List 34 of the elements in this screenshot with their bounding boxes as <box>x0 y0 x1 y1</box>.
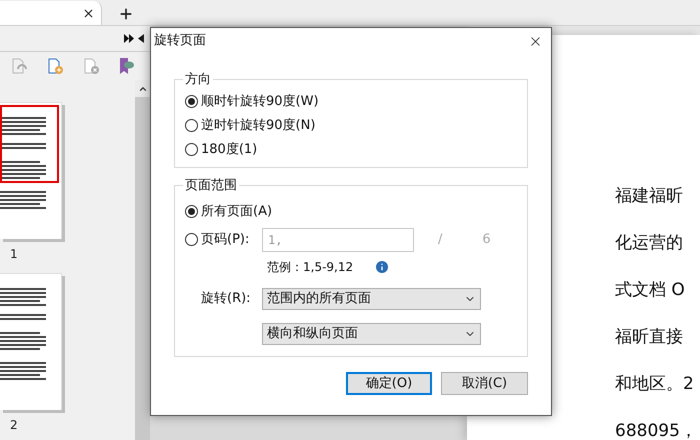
dialog-title: 旋转页面 <box>154 32 206 50</box>
radio-option[interactable]: 所有页面(A) <box>185 202 517 222</box>
cancel-button[interactable]: 取消(C) <box>441 372 528 395</box>
total-pages: 6 <box>482 230 491 249</box>
separator-text: / <box>438 230 442 249</box>
scrollbar[interactable] <box>135 80 150 440</box>
rotate-label: 旋转(R): <box>200 290 252 308</box>
document-text: 688095， <box>615 420 698 440</box>
example-text: 范例：1,5-9,12 <box>267 258 354 276</box>
new-tab-icon[interactable] <box>118 6 134 22</box>
page-thumbnail[interactable] <box>0 273 62 410</box>
radio-option[interactable]: 逆时针旋转90度(N) <box>185 116 517 136</box>
info-icon[interactable] <box>374 258 390 274</box>
rotate-scope-select[interactable]: 范围内的所有页面 <box>262 288 481 310</box>
radio-option[interactable]: 顺时针旋转90度(W) <box>185 92 517 112</box>
ok-button[interactable]: 确定(O) <box>346 372 432 395</box>
close-icon[interactable] <box>82 6 95 20</box>
insert-page-icon[interactable] <box>46 57 64 75</box>
document-text: 福昕直接 <box>615 326 684 349</box>
group-label: 方向 <box>184 71 212 89</box>
radio-option[interactable]: 页码(P): <box>185 230 262 250</box>
bookmark-icon[interactable] <box>118 57 136 75</box>
arrow-left-icon[interactable] <box>138 34 144 43</box>
document-text: 福建福昕 <box>615 185 684 208</box>
document-text: 式文档 O <box>615 279 686 302</box>
page-number: 2 <box>10 417 18 434</box>
page-thumbnail[interactable] <box>0 102 62 239</box>
document-text: 化运营的 <box>615 232 684 255</box>
double-arrow-icon[interactable] <box>124 34 134 43</box>
group-label: 页面范围 <box>184 177 238 195</box>
page-number: 1 <box>10 246 18 263</box>
radio-option[interactable]: 180度(1) <box>185 140 517 160</box>
orientation-select[interactable]: 横向和纵向页面 <box>262 322 481 344</box>
document-text: 和地区。2 <box>615 373 695 396</box>
